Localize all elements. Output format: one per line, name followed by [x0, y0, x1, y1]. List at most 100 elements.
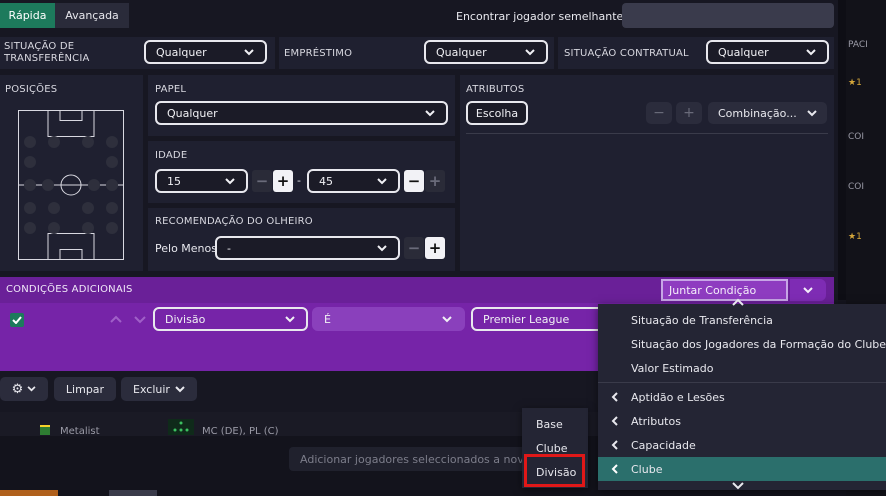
submenu-item-label: Clube: [536, 441, 568, 455]
club-badge-icon: [40, 425, 50, 435]
highlight-outline: [524, 454, 585, 487]
age-max-value: 45: [319, 174, 333, 188]
loan-dropdown[interactable]: Qualquer: [424, 40, 548, 64]
scout-decrement-button[interactable]: −: [404, 237, 424, 259]
additional-conditions-label: CONDIÇÕES ADICIONAIS: [6, 284, 133, 295]
chevron-down-icon: [424, 107, 436, 119]
menu-item-ability[interactable]: Capacidade: [598, 433, 886, 457]
combination-label: Combinação...: [718, 106, 797, 120]
side-label: COI: [848, 132, 865, 142]
tab-advanced[interactable]: Avançada: [55, 3, 129, 28]
age-min-increment-button[interactable]: +: [273, 170, 293, 192]
scout-prefix: Pelo Menos: [155, 242, 217, 255]
chevron-down-icon: [524, 46, 536, 58]
chevron-left-icon: [611, 416, 618, 426]
submenu-item[interactable]: Base: [522, 412, 588, 436]
menu-divider: [598, 382, 886, 383]
attributes-choose-button[interactable]: Escolha: [466, 101, 528, 125]
chevron-down-icon: [284, 313, 296, 325]
pitch-map[interactable]: [18, 110, 124, 260]
side-label: PACI: [848, 40, 868, 50]
side-label: COI: [848, 182, 865, 192]
positions-label: POSIÇÕES: [5, 84, 58, 95]
gear-icon: ⚙: [11, 381, 24, 397]
similar-player-label: Encontrar jogador semelhante a: [456, 10, 634, 23]
loan-label: EMPRÉSTIMO: [284, 48, 353, 59]
menu-item-label: Situação de Transferência: [631, 313, 773, 327]
move-up-icon[interactable]: [110, 313, 122, 326]
condition-field-dropdown[interactable]: Divisão: [153, 307, 308, 331]
chevron-down-icon: [441, 313, 453, 325]
scroll-down-icon[interactable]: [732, 480, 744, 493]
attribute-plus-button[interactable]: +: [676, 102, 702, 124]
age-min-value: 15: [167, 174, 181, 188]
contract-dropdown[interactable]: Qualquer: [706, 40, 829, 64]
menu-item-label: Valor Estimado: [631, 361, 714, 375]
contract-value: Qualquer: [718, 45, 769, 59]
transfer-status-value: Qualquer: [156, 45, 207, 59]
age-min-dropdown[interactable]: 15: [155, 169, 248, 193]
menu-item-transfer-status[interactable]: Situação de Transferência: [598, 308, 886, 332]
scout-dropdown[interactable]: -: [215, 236, 400, 260]
menu-item-label: Situação dos Jogadores da Formação do Cl…: [631, 337, 886, 351]
transfer-status-label: SITUAÇÃO DE TRANSFERÊNCIA: [4, 41, 90, 64]
attributes-divider: [466, 133, 828, 134]
menu-item-youth-status[interactable]: Situação dos Jogadores da Formação do Cl…: [598, 332, 886, 356]
right-separator: [838, 0, 846, 300]
chevron-down-icon: [175, 385, 185, 392]
tab-quick[interactable]: Rápida: [0, 3, 55, 28]
attributes-label: ATRIBUTOS: [466, 84, 525, 95]
check-icon: [12, 316, 22, 324]
delete-dropdown-button[interactable]: Excluir: [121, 377, 197, 401]
clear-button[interactable]: Limpar: [54, 377, 116, 401]
combination-dropdown[interactable]: Combinação...: [708, 102, 827, 124]
chevron-down-icon: [376, 175, 388, 187]
contract-label: SITUAÇÃO CONTRATUAL: [564, 48, 689, 59]
submenu-item-label: Base: [536, 417, 563, 431]
add-to-list-button[interactable]: Adicionar jogadores seleccionados a nova…: [289, 447, 529, 471]
join-condition-button[interactable]: Juntar Condição: [661, 279, 788, 301]
transfer-status-dropdown[interactable]: Qualquer: [144, 40, 267, 64]
join-condition-menu: Situação de Transferência Situação dos J…: [598, 298, 886, 493]
condition-operator-value: É: [324, 312, 331, 326]
age-max-increment-button[interactable]: +: [425, 170, 445, 192]
scout-increment-button[interactable]: +: [425, 237, 445, 259]
move-down-icon[interactable]: [134, 314, 146, 327]
chevron-down-icon: [803, 286, 813, 293]
chevron-left-icon: [611, 440, 618, 450]
attribute-minus-button[interactable]: −: [646, 102, 672, 124]
bottom-orange-tab[interactable]: [0, 490, 58, 496]
menu-item-attributes[interactable]: Atributos: [598, 409, 886, 433]
choose-label: Escolha: [475, 106, 519, 120]
menu-item-estimated-value[interactable]: Valor Estimado: [598, 356, 886, 380]
condition-value-dropdown[interactable]: Premier League: [471, 307, 611, 331]
age-max-decrement-button[interactable]: −: [404, 170, 424, 192]
delete-label: Excluir: [133, 382, 170, 396]
condition-checkbox[interactable]: [10, 313, 24, 327]
chevron-left-icon: [611, 392, 618, 402]
star-icon: ★1: [848, 78, 862, 88]
similar-player-input[interactable]: [622, 3, 834, 28]
menu-item-club[interactable]: Clube: [598, 457, 886, 481]
role-dropdown[interactable]: Qualquer: [155, 101, 448, 125]
condition-operator-dropdown[interactable]: É: [312, 307, 465, 331]
chevron-left-icon: [611, 464, 618, 474]
join-condition-chevron[interactable]: [790, 279, 826, 301]
age-max-dropdown[interactable]: 45: [307, 169, 400, 193]
chevron-down-icon: [243, 46, 255, 58]
role-label: PAPEL: [155, 84, 187, 95]
condition-field-value: Divisão: [165, 312, 206, 326]
age-min-decrement-button[interactable]: −: [252, 170, 272, 192]
loan-value: Qualquer: [436, 45, 487, 59]
age-separator: -: [297, 174, 301, 187]
condition-value: Premier League: [483, 312, 570, 326]
chevron-down-icon: [27, 386, 36, 392]
settings-dropdown-button[interactable]: ⚙: [0, 377, 48, 401]
age-label: IDADE: [155, 150, 188, 161]
menu-item-label: Capacidade: [631, 438, 696, 452]
menu-item-fitness-injuries[interactable]: Aptidão e Lesões: [598, 385, 886, 409]
menu-item-label: Atributos: [631, 414, 681, 428]
bottom-gray-tab[interactable]: [109, 490, 157, 496]
chevron-down-icon: [807, 107, 817, 120]
scout-value: -: [227, 241, 231, 255]
